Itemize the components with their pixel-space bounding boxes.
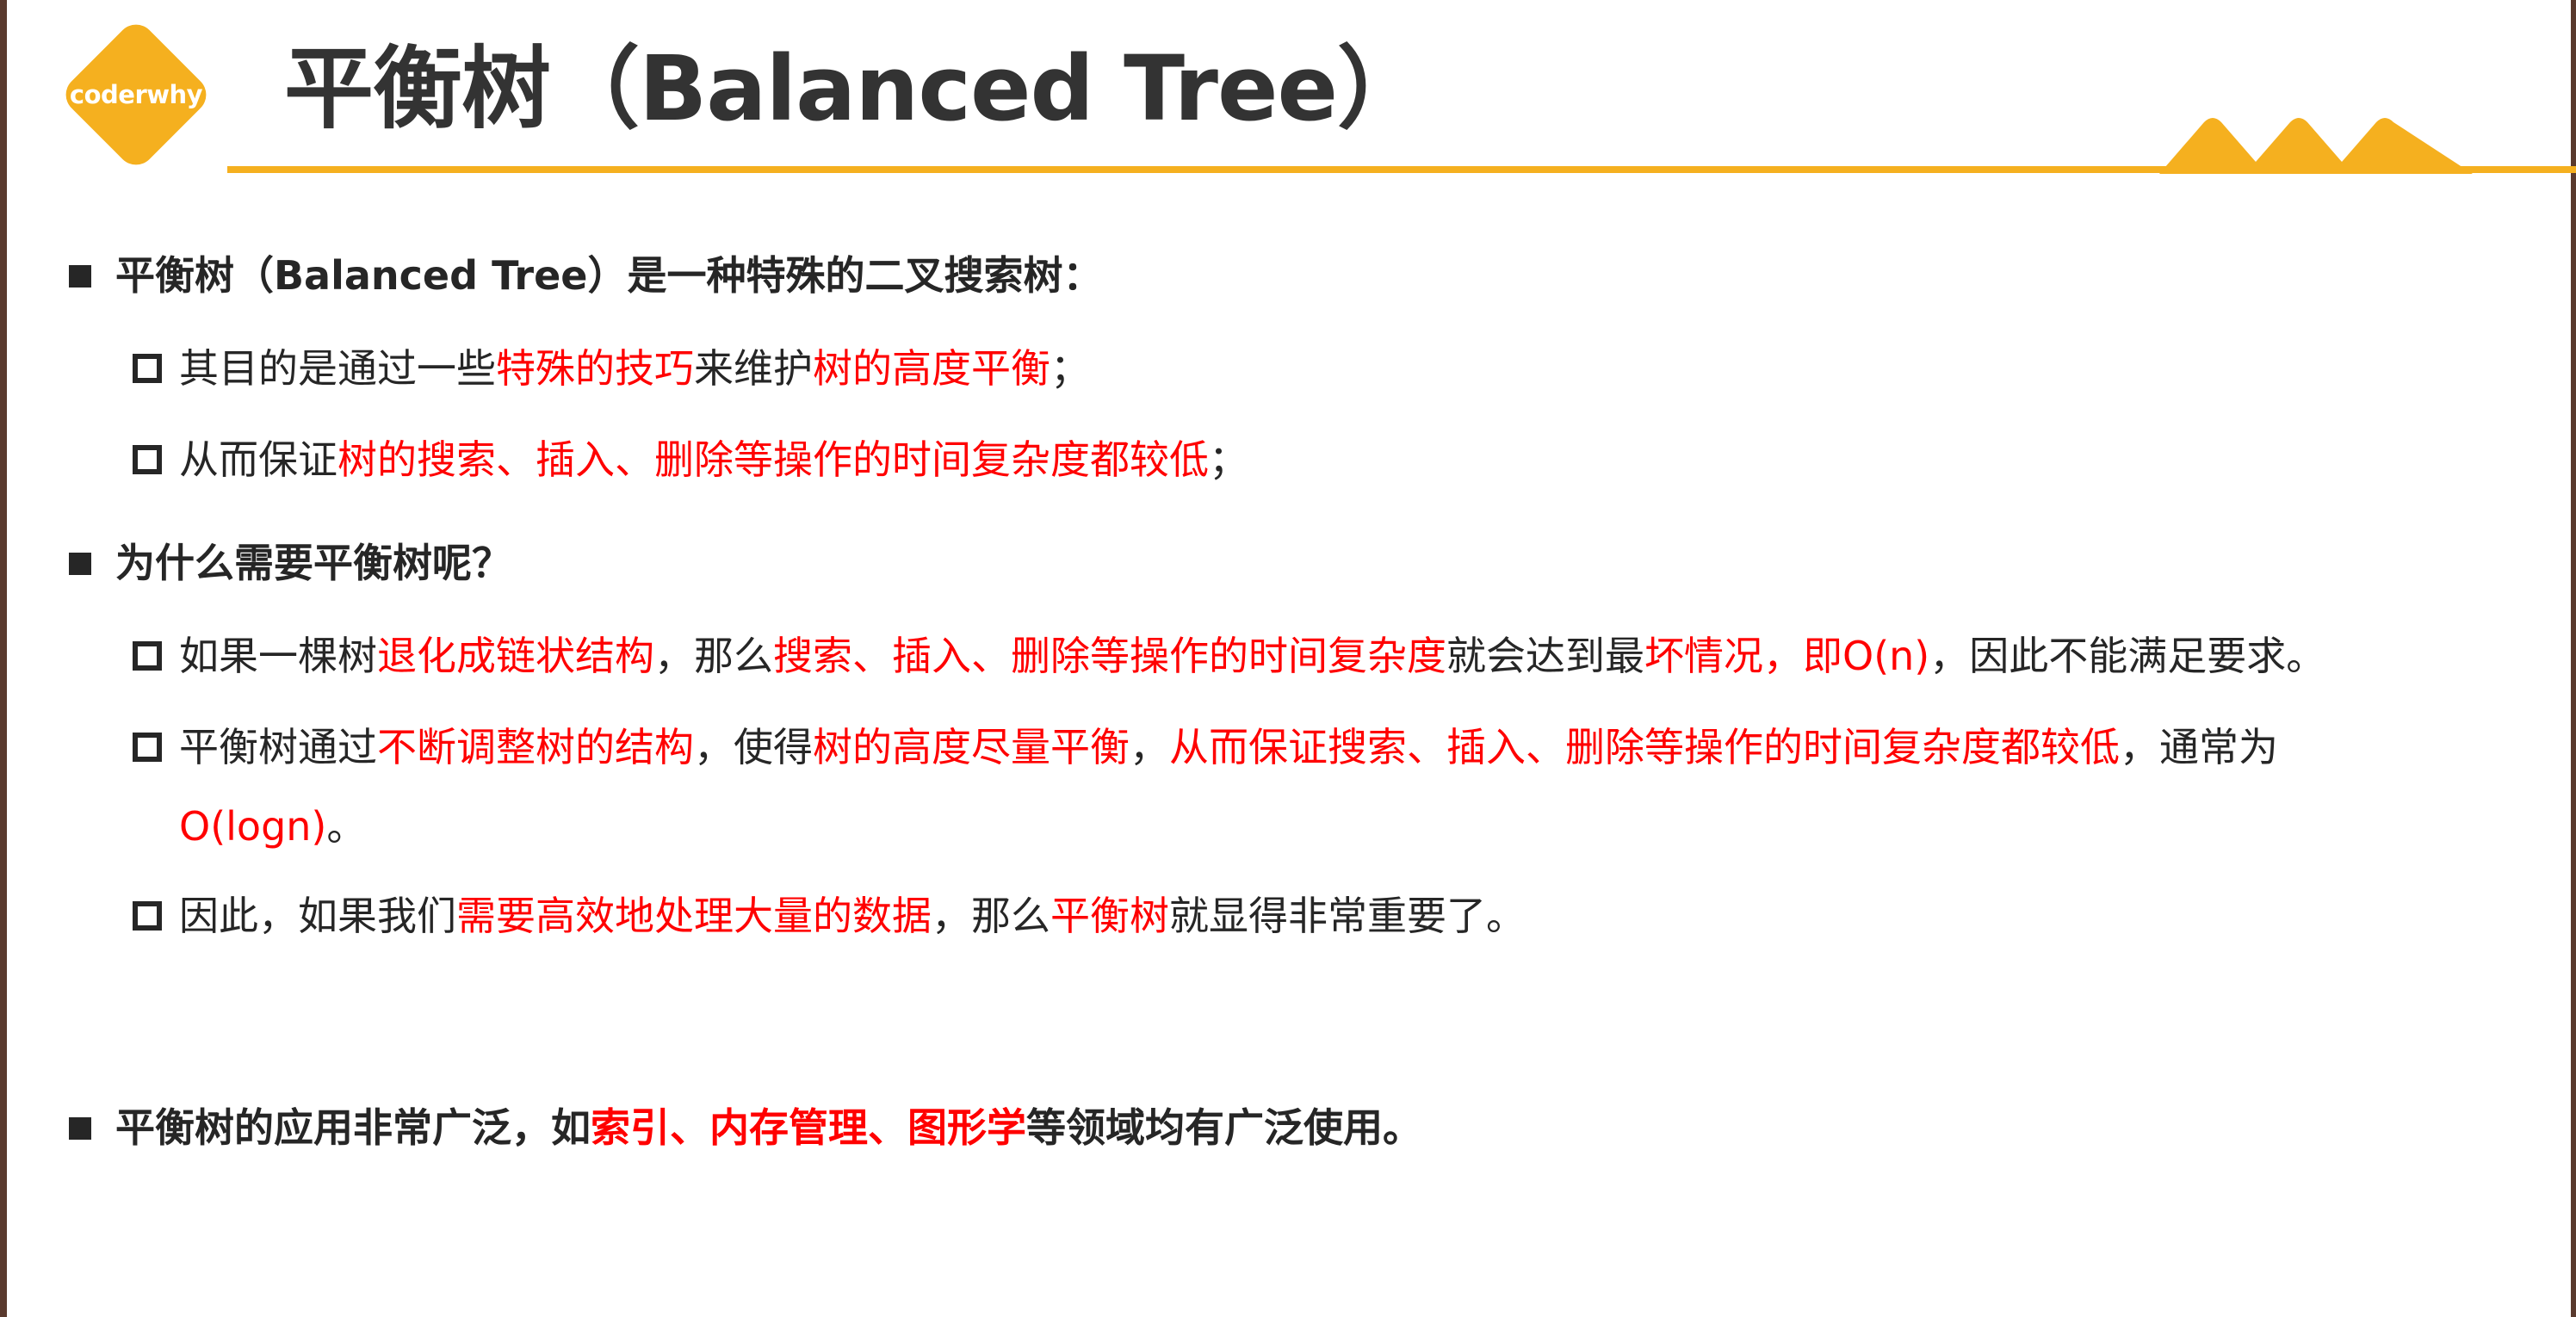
logo-text: coderwhy: [69, 80, 203, 109]
body-text: 从而保证: [179, 436, 337, 483]
highlight-text: 树的高度平衡: [813, 345, 1050, 392]
body-text: 就会达到最: [1446, 633, 1644, 679]
body-text: 如果一棵树: [179, 633, 377, 679]
highlight-text: 坏情况，即O(n): [1644, 633, 1930, 679]
square-bullet-icon: [69, 1117, 91, 1140]
body-text: 就显得非常重要了。: [1169, 893, 1526, 939]
hollow-square-bullet-icon: [133, 354, 162, 383]
highlight-text: 树的搜索、插入、删除等操作的时间复杂度都较低: [337, 436, 1209, 483]
body-text: ，使得: [694, 724, 813, 770]
list-item: 因此，如果我们需要高效地处理大量的数据，那么平衡树就显得非常重要了。: [179, 888, 1526, 943]
body-text: 。: [326, 803, 367, 850]
hollow-square-bullet-icon: [133, 733, 162, 762]
body-text: 其目的是通过一些: [179, 345, 496, 392]
body-text: ，: [1130, 724, 1169, 770]
hollow-square-bullet-icon: [133, 901, 162, 931]
right-window-edge: [2571, 0, 2576, 1317]
left-window-edge: [0, 0, 7, 1317]
highlight-text: 退化成链状结构: [377, 633, 654, 679]
list-item: 从而保证树的搜索、插入、删除等操作的时间复杂度都较低；: [179, 432, 1248, 487]
section-heading: 为什么需要平衡树呢？: [115, 540, 511, 586]
section-heading: 平衡树（Balanced Tree）是一种特殊的二叉搜索树：: [115, 252, 1103, 299]
body-text: ；: [1209, 436, 1248, 483]
body-text: 因此，如果我们: [179, 893, 456, 939]
body-text: 等领域均有广泛使用。: [1026, 1104, 1422, 1151]
highlight-text: 平衡树: [1050, 893, 1169, 939]
square-bullet-icon: [69, 553, 91, 575]
list-item-continuation: O(logn)。: [179, 799, 366, 854]
body-text: ，因此不能满足要求。: [1929, 633, 2326, 679]
coderwhy-logo: coderwhy: [53, 12, 219, 177]
highlight-text: 搜索、插入、删除等操作的时间复杂度: [773, 633, 1446, 679]
highlight-text: 从而保证搜索、插入、删除等操作的时间复杂度都较低: [1169, 724, 2120, 770]
highlight-text: 索引、内存管理、图形学: [591, 1104, 1026, 1151]
list-item: 其目的是通过一些特殊的技巧来维护树的高度平衡；: [179, 341, 1090, 396]
list-item: 如果一棵树退化成链状结构，那么搜索、插入、删除等操作的时间复杂度就会达到最坏情况…: [179, 628, 2325, 683]
body-text: 来维护: [694, 345, 813, 392]
hollow-square-bullet-icon: [133, 641, 162, 671]
body-text: 平衡树的应用非常广泛，如: [115, 1104, 591, 1151]
body-text: ，那么: [654, 633, 773, 679]
body-text: 平衡树通过: [179, 724, 377, 770]
mountain-decoration-icon: [2159, 118, 2473, 174]
section-heading: 平衡树的应用非常广泛，如索引、内存管理、图形学等领域均有广泛使用。: [115, 1100, 1422, 1155]
square-bullet-icon: [69, 265, 91, 288]
hollow-square-bullet-icon: [133, 445, 162, 474]
highlight-text: 树的高度尽量平衡: [813, 724, 1130, 770]
highlight-text: 需要高效地处理大量的数据: [456, 893, 932, 939]
highlight-text: 不断调整树的结构: [377, 724, 694, 770]
body-text: ，通常为: [2120, 724, 2278, 770]
page-title: 平衡树（Balanced Tree）: [284, 36, 1427, 141]
highlight-text: 特殊的技巧: [496, 345, 694, 392]
body-text: ；: [1050, 345, 1090, 392]
highlight-text: O(logn): [179, 803, 327, 850]
list-item: 平衡树通过不断调整树的结构，使得树的高度尽量平衡，从而保证搜索、插入、删除等操作…: [179, 720, 2278, 775]
body-text: ，那么: [932, 893, 1050, 939]
